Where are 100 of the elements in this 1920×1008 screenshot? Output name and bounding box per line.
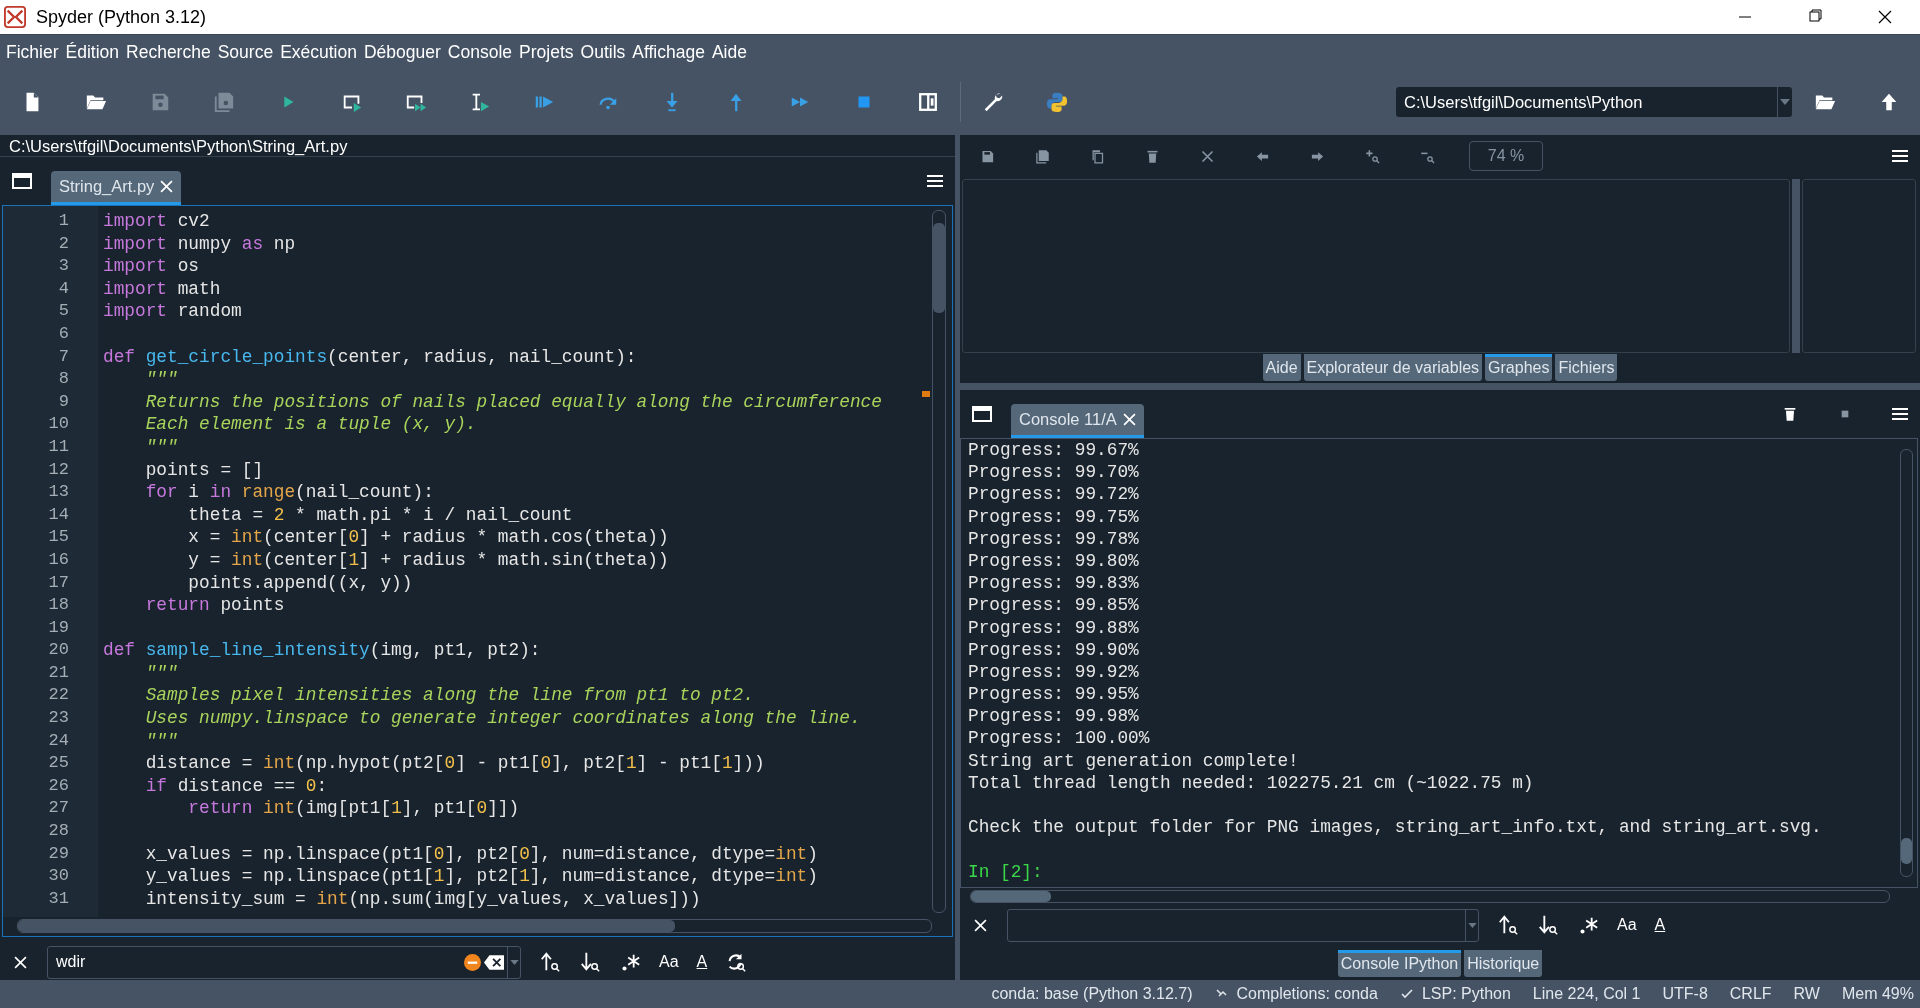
line-number: 11 bbox=[47, 435, 70, 458]
console-output: Progress: 99.88% bbox=[968, 617, 1139, 638]
scroll-marker bbox=[922, 391, 930, 397]
find-previous-icon[interactable] bbox=[539, 951, 561, 973]
dropdown-caret-icon[interactable] bbox=[1467, 922, 1477, 928]
window-icon[interactable] bbox=[972, 406, 992, 422]
menu-item[interactable]: Recherche bbox=[123, 41, 214, 63]
menu-item[interactable]: Aide bbox=[708, 41, 750, 63]
code-line: """ bbox=[144, 369, 178, 390]
console-output: Progress: 99.83% bbox=[968, 573, 1139, 594]
menu-icon[interactable] bbox=[927, 175, 943, 187]
console-output: Progress: 99.95% bbox=[968, 684, 1139, 705]
console-output: Progress: 99.80% bbox=[968, 550, 1139, 571]
console-output: Progress: 99.85% bbox=[968, 595, 1139, 616]
code-line: Returns the positions of nails placed equally along the circumference bbox=[144, 391, 882, 412]
status-item: CRLF bbox=[1729, 985, 1772, 1003]
pane-tab[interactable]: Explorateur de variables bbox=[1303, 354, 1483, 381]
menu-item[interactable]: Console bbox=[444, 41, 516, 63]
menu-item[interactable]: Affichage bbox=[629, 41, 708, 63]
app-logo-icon bbox=[4, 6, 26, 28]
code-line: import numpy as np bbox=[103, 233, 296, 254]
menu-item[interactable]: Exécution bbox=[277, 41, 360, 63]
find-field[interactable]: wdir bbox=[47, 945, 521, 979]
vertical-scrollbar[interactable] bbox=[932, 210, 946, 913]
line-number: 15 bbox=[47, 526, 70, 549]
line-number: 14 bbox=[47, 503, 70, 526]
menu-item[interactable]: Édition bbox=[62, 41, 123, 63]
dropdown-caret-icon[interactable] bbox=[509, 959, 519, 965]
splitter-handle[interactable] bbox=[1792, 179, 1800, 353]
console-tab[interactable]: Console 11/A bbox=[1011, 404, 1144, 438]
whole-word-toggle[interactable]: A bbox=[696, 953, 708, 971]
window-title: Spyder (Python 3.12) bbox=[36, 6, 207, 28]
close-icon[interactable] bbox=[974, 918, 987, 932]
code-line: for i in range(nail_count): bbox=[144, 482, 434, 503]
pane-tab[interactable]: Graphes bbox=[1485, 354, 1553, 381]
find-next-icon[interactable] bbox=[1537, 914, 1559, 936]
line-number: 13 bbox=[47, 481, 70, 504]
code-line: points.append((x, y)) bbox=[187, 572, 413, 593]
find-next-icon[interactable] bbox=[579, 951, 601, 973]
close-icon[interactable] bbox=[14, 955, 27, 969]
clear-icon[interactable] bbox=[484, 954, 504, 970]
line-number: 28 bbox=[47, 820, 70, 843]
editor-tab[interactable]: String_Art.py bbox=[51, 171, 182, 205]
status-item: LSP: Python bbox=[1421, 985, 1511, 1003]
menu-item[interactable]: Source bbox=[214, 41, 277, 63]
console-output: Progress: 99.75% bbox=[968, 506, 1139, 527]
code-line: def get_circle_points(center, radius, nail_count): bbox=[103, 346, 637, 367]
horizontal-scrollbar[interactable] bbox=[17, 919, 932, 933]
code-line: y = int(center[1] + radius * math.sin(theta)) bbox=[187, 549, 669, 570]
code-line: import random bbox=[103, 301, 242, 322]
menu-item[interactable]: Fichier bbox=[3, 41, 62, 63]
find-previous-icon[interactable] bbox=[1497, 914, 1519, 936]
line-number: 24 bbox=[47, 729, 70, 752]
status-item: UTF-8 bbox=[1662, 985, 1708, 1003]
console-output: String art generation complete! bbox=[968, 750, 1299, 771]
case-sensitive-toggle[interactable]: Aa bbox=[659, 953, 679, 971]
code-line: def sample_line_intensity(img, pt1, pt2): bbox=[103, 640, 541, 661]
check-icon bbox=[1399, 987, 1414, 1001]
menu-item[interactable]: Déboguer bbox=[361, 41, 444, 63]
code-line: Uses numpy.linspace to generate integer coordinates along the line. bbox=[144, 708, 861, 729]
dropdown-caret-icon[interactable] bbox=[1780, 99, 1790, 105]
code-line: import cv2 bbox=[103, 211, 210, 231]
console-output: Progress: 99.90% bbox=[968, 639, 1139, 660]
line-number: 22 bbox=[47, 684, 70, 707]
pane-tab[interactable]: Fichiers bbox=[1555, 354, 1618, 381]
line-number: 3 bbox=[57, 255, 70, 278]
line-number: 9 bbox=[57, 390, 70, 413]
vertical-scrollbar[interactable] bbox=[1900, 449, 1913, 877]
code-line: return int(img[pt1[1], pt1[0]]) bbox=[187, 798, 520, 819]
case-sensitive-toggle[interactable]: Aa bbox=[1617, 916, 1637, 934]
find-field[interactable] bbox=[1007, 908, 1479, 942]
console-output: Check the output folder for PNG images, string_art_info.txt, and string_art.svg. bbox=[968, 817, 1822, 838]
zoom-field[interactable]: 74 % bbox=[1469, 141, 1543, 171]
pane-tab[interactable]: Aide bbox=[1262, 354, 1301, 381]
line-number: 23 bbox=[47, 707, 70, 730]
line-number: 8 bbox=[57, 368, 70, 391]
line-number: 2 bbox=[57, 232, 70, 255]
trash-icon[interactable] bbox=[1782, 406, 1798, 422]
horizontal-scrollbar[interactable] bbox=[970, 890, 1890, 903]
console-output: Total thread length needed: 102275.21 cm (~1022.75 m) bbox=[968, 772, 1534, 793]
code-line: if distance == 0: bbox=[144, 775, 328, 796]
menu-item[interactable]: Outils bbox=[577, 41, 629, 63]
whole-word-toggle[interactable]: A bbox=[1654, 916, 1666, 934]
line-number: 17 bbox=[47, 571, 70, 594]
window-icon[interactable] bbox=[12, 173, 32, 189]
console-prompt: In [2]: bbox=[968, 861, 1043, 882]
working-directory-field[interactable]: C:\Users\tfgil\Documents\Python bbox=[1396, 87, 1792, 117]
line-number: 10 bbox=[47, 413, 70, 436]
menu-icon[interactable] bbox=[1892, 150, 1908, 162]
code-line: x_values = np.linspace(pt1[0], pt2[0], num=distance, dtype=int) bbox=[144, 843, 818, 864]
pane-tab[interactable]: Historique bbox=[1464, 950, 1543, 977]
code-line: y_values = np.linspace(pt1[1], pt2[1], num=distance, dtype=int) bbox=[144, 866, 818, 887]
menu-icon[interactable] bbox=[1892, 408, 1908, 420]
line-number: 12 bbox=[47, 458, 70, 481]
line-number: 7 bbox=[57, 345, 70, 368]
code-line: import os bbox=[103, 256, 200, 277]
code-line: return points bbox=[144, 595, 285, 616]
menu-item[interactable]: Projets bbox=[516, 41, 577, 63]
pane-tab[interactable]: Console IPython bbox=[1337, 950, 1462, 977]
status-item: Completions: conda bbox=[1236, 985, 1378, 1003]
